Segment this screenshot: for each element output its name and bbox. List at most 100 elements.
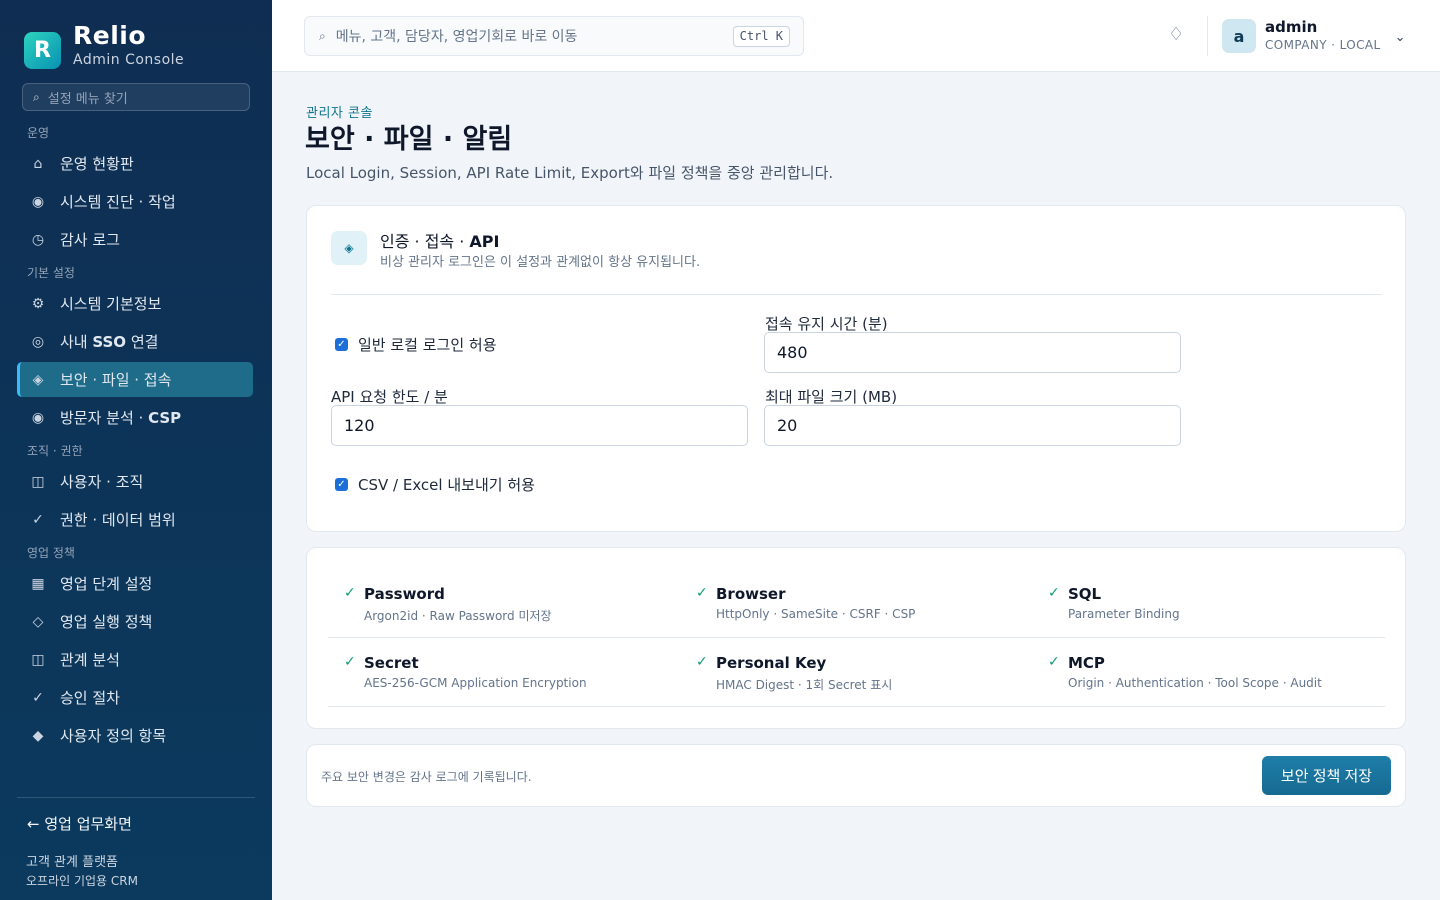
brand-logo: R <box>24 32 61 69</box>
sidebar-item-permissions[interactable]: ✓ 권한 · 데이터 범위 <box>17 502 253 537</box>
nav-group-label: 기본 설정 <box>27 266 75 280</box>
panel-icon: ◫ <box>31 473 45 490</box>
check-icon: ✓ <box>344 585 356 601</box>
gear-icon: ⚙ <box>31 295 45 312</box>
check-icon: ✓ <box>344 654 356 670</box>
diamond-icon: ◈ <box>331 231 367 265</box>
divider <box>328 706 1385 707</box>
global-search-placeholder: 메뉴, 고객, 담당자, 영업기회로 바로 이동 <box>335 29 578 45</box>
sidebar-item-label: 영업 실행 정책 <box>60 613 153 631</box>
sidebar-item-label: 감사 로그 <box>60 231 120 249</box>
check-icon: ✓ <box>1048 654 1060 670</box>
sidebar-item-sso[interactable]: ◎ 사내 SSO 연결 <box>17 324 253 359</box>
topbar: ⌕ 메뉴, 고객, 담당자, 영업기회로 바로 이동 Ctrl K ♢ a ad… <box>272 0 1440 72</box>
sidebar-item-audit-log[interactable]: ◷ 감사 로그 <box>17 222 253 257</box>
api-rate-limit-input[interactable]: 120 <box>331 405 748 446</box>
card-title: 인증 · 접속 · API <box>380 232 500 251</box>
sidebar-item-relationship-analysis[interactable]: ◫ 관계 분석 <box>17 642 253 677</box>
sidebar-item-label: 사용자 정의 항목 <box>60 727 167 745</box>
clock-icon: ◷ <box>31 231 45 248</box>
card-subtitle: 비상 관리자 로그인은 이 설정과 관계없이 항상 유지됩니다. <box>380 255 701 270</box>
action-bar: 주요 보안 변경은 감사 로그에 기록됩니다. 보안 정책 저장 <box>306 744 1406 807</box>
local-login-checkbox[interactable]: ✓ 일반 로컬 로그인 허용 <box>335 334 497 355</box>
sidebar-item-security[interactable]: ◈ 보안 · 파일 · 접속 <box>17 362 253 397</box>
audit-note: 주요 보안 변경은 감사 로그에 기록됩니다. <box>321 770 532 784</box>
sidebar-item-label: 시스템 진단 · 작업 <box>60 193 176 211</box>
divider <box>331 294 1382 295</box>
user-menu[interactable]: a admin COMPANY · LOCAL ⌄ <box>1222 18 1406 54</box>
sidebar: R Relio Admin Console ⌕ 설정 메뉴 찾기 운영 ⌂ 운영 … <box>0 0 272 900</box>
session-timeout-input[interactable]: 480 <box>764 332 1181 373</box>
user-role: COMPANY · LOCAL <box>1265 38 1381 52</box>
max-file-size-input[interactable]: 20 <box>764 405 1181 446</box>
sidebar-search-input[interactable]: ⌕ 설정 메뉴 찾기 <box>22 83 250 111</box>
check-icon: ✓ <box>1048 585 1060 601</box>
global-search-input[interactable]: ⌕ 메뉴, 고객, 담당자, 영업기회로 바로 이동 Ctrl K <box>304 16 804 56</box>
sidebar-item-label: 방문자 분석 · CSP <box>60 409 182 427</box>
panel-icon: ◫ <box>31 651 45 668</box>
sidebar-item-label: 운영 현황판 <box>60 155 134 173</box>
chevron-down-icon: ⌄ <box>1394 29 1406 45</box>
session-timeout-label: 접속 유지 시간 (분) <box>765 315 888 333</box>
check-icon: ✓ <box>696 654 708 670</box>
check-icon: ✓ <box>32 689 44 706</box>
checkbox-checked-icon: ✓ <box>335 338 348 351</box>
divider <box>328 637 1385 638</box>
grid-icon: ▦ <box>31 575 45 592</box>
checkbox-checked-icon: ✓ <box>335 478 348 491</box>
avatar: a <box>1222 19 1256 53</box>
sidebar-item-label: 시스템 기본정보 <box>60 295 162 313</box>
page-title: 보안 · 파일 · 알림 <box>305 124 513 155</box>
diamond-filled-icon: ◆ <box>32 727 44 744</box>
sidebar-item-label: 사용자 · 조직 <box>60 473 144 491</box>
breadcrumb: 관리자 콘솔 <box>306 106 373 121</box>
back-to-sales-link[interactable]: ← 영업 업무화면 <box>17 798 255 834</box>
sidebar-item-sales-stages[interactable]: ▦ 영업 단계 설정 <box>17 566 253 601</box>
sidebar-item-label: 권한 · 데이터 범위 <box>60 511 176 529</box>
sidebar-item-approval[interactable]: ✓ 승인 절차 <box>17 680 253 715</box>
home-icon: ⌂ <box>33 155 43 172</box>
divider <box>1207 16 1208 56</box>
sidebar-item-system-diagnostics[interactable]: ◉ 시스템 진단 · 작업 <box>17 184 253 219</box>
sidebar-item-label: 승인 절차 <box>60 689 120 707</box>
sidebar-search-placeholder: 설정 메뉴 찾기 <box>47 91 128 107</box>
diamond-icon: ◈ <box>32 371 44 388</box>
nav-group-label: 조직 · 권한 <box>27 444 83 458</box>
api-rate-limit-label: API 요청 한도 / 분 <box>331 388 448 406</box>
check-icon: ✓ <box>32 511 44 528</box>
sidebar-item-visitor-analytics[interactable]: ◉ 방문자 분석 · CSP <box>17 400 253 435</box>
user-name: admin <box>1265 18 1318 36</box>
sidebar-nav: 운영 ⌂ 운영 현황판 ◉ 시스템 진단 · 작업 ◷ 감사 로그 기본 설정 ⚙ 시스… <box>0 120 272 756</box>
search-icon: ⌕ <box>33 89 40 104</box>
footer-product-line: 고객 관계 플랫폼 <box>26 855 118 870</box>
sidebar-item-label: 보안 · 파일 · 접속 <box>60 371 172 389</box>
sidebar-item-operations-dashboard[interactable]: ⌂ 운영 현황판 <box>17 146 253 181</box>
brand-subtitle: Admin Console <box>73 51 185 68</box>
export-checkbox[interactable]: ✓ CSV / Excel 내보내기 허용 <box>335 474 535 495</box>
target-icon: ◉ <box>31 193 45 210</box>
sidebar-item-label: 사내 SSO 연결 <box>60 333 159 351</box>
search-icon: ⌕ <box>319 28 326 43</box>
sidebar-item-sales-policy[interactable]: ◇ 영업 실행 정책 <box>17 604 253 639</box>
diamond-outline-icon: ◇ <box>32 613 44 630</box>
sidebar-item-system-info[interactable]: ⚙ 시스템 기본정보 <box>17 286 253 321</box>
sidebar-item-label: 영업 단계 설정 <box>60 575 153 593</box>
sidebar-item-users-org[interactable]: ◫ 사용자 · 조직 <box>17 464 253 499</box>
notification-icon[interactable]: ♢ <box>1168 24 1184 45</box>
security-features-card: ✓ Password Argon2id · Raw Password 미저장 ✓… <box>306 547 1406 729</box>
page-description: Local Login, Session, API Rate Limit, Ex… <box>306 164 834 182</box>
save-button[interactable]: 보안 정책 저장 <box>1262 756 1391 795</box>
nav-group-label: 영업 정책 <box>27 546 75 560</box>
ring-icon: ◎ <box>31 333 45 350</box>
max-file-size-label: 최대 파일 크기 (MB) <box>765 388 898 406</box>
sidebar-footer: ← 영업 업무화면 고객 관계 플랫폼 오프라인 기업용 CRM <box>17 797 255 889</box>
check-icon: ✓ <box>696 585 708 601</box>
nav-group-label: 운영 <box>27 126 50 140</box>
shortcut-hint: Ctrl K <box>732 26 790 47</box>
footer-product-subline: 오프라인 기업용 CRM <box>26 874 138 888</box>
brand-name: Relio <box>73 20 147 50</box>
sidebar-item-label: 관계 분석 <box>60 651 120 669</box>
sidebar-item-custom-fields[interactable]: ◆ 사용자 정의 항목 <box>17 718 253 753</box>
auth-settings-card: ◈ 인증 · 접속 · API 비상 관리자 로그인은 이 설정과 관계없이 항… <box>306 205 1406 532</box>
brand[interactable]: R Relio Admin Console <box>24 20 184 69</box>
